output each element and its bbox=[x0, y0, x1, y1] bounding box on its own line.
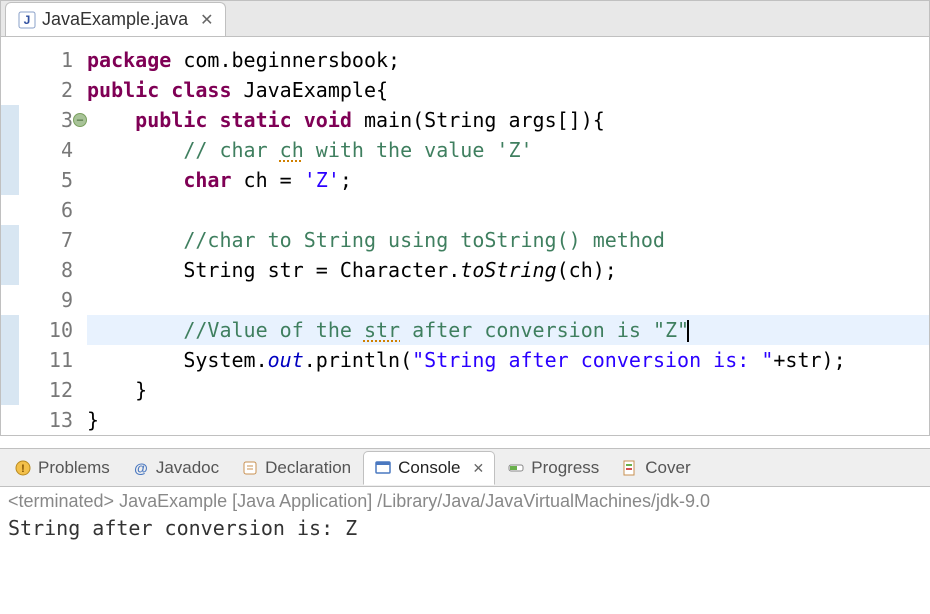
code-line[interactable]: package com.beginnersbook; bbox=[87, 45, 929, 75]
panel-tab-bar: ! Problems @ Javadoc Declaration Console… bbox=[0, 449, 930, 487]
line-number: 6 bbox=[19, 195, 73, 225]
close-icon[interactable]: ✕ bbox=[473, 460, 485, 477]
code-line[interactable]: String str = Character.toString(ch); bbox=[87, 255, 929, 285]
code-line[interactable]: //char to String using toString() method bbox=[87, 225, 929, 255]
progress-icon bbox=[507, 459, 525, 477]
code-line[interactable]: } bbox=[87, 405, 929, 435]
tab-problems[interactable]: ! Problems bbox=[4, 452, 120, 484]
code-line[interactable]: System.out.println("String after convers… bbox=[87, 345, 929, 375]
tab-label: Javadoc bbox=[156, 458, 219, 478]
code-editor[interactable]: 1 2 3− 4 5 6 7 8 9 10 11 12 13 package c… bbox=[1, 37, 929, 435]
marker-bar bbox=[1, 45, 19, 435]
code-line[interactable]: char ch = 'Z'; bbox=[87, 165, 929, 195]
line-number: 13 bbox=[19, 405, 73, 435]
editor-pane: J JavaExample.java ✕ 1 2 3− 4 5 bbox=[0, 0, 930, 436]
coverage-icon bbox=[621, 459, 639, 477]
tab-label: Console bbox=[398, 458, 460, 478]
tab-filename: JavaExample.java bbox=[42, 9, 188, 30]
problems-icon: ! bbox=[14, 459, 32, 477]
code-line[interactable]: } bbox=[87, 375, 929, 405]
svg-text:!: ! bbox=[21, 463, 25, 475]
line-number: 3− bbox=[19, 105, 73, 135]
line-number: 8 bbox=[19, 255, 73, 285]
tab-console[interactable]: Console ✕ bbox=[363, 451, 495, 485]
line-number: 5 bbox=[19, 165, 73, 195]
fold-collapse-icon[interactable]: − bbox=[73, 113, 87, 127]
code-line[interactable] bbox=[87, 195, 929, 225]
java-file-icon: J bbox=[18, 11, 36, 29]
line-number: 11 bbox=[19, 345, 73, 375]
code-line[interactable]: //Value of the str after conversion is "… bbox=[87, 315, 929, 345]
console-view: <terminated> JavaExample [Java Applicati… bbox=[0, 487, 930, 544]
javadoc-icon: @ bbox=[132, 459, 150, 477]
line-number: 1 bbox=[19, 45, 73, 75]
tab-label: Declaration bbox=[265, 458, 351, 478]
tab-label: Progress bbox=[531, 458, 599, 478]
bottom-panel: ! Problems @ Javadoc Declaration Console… bbox=[0, 448, 930, 544]
declaration-icon bbox=[241, 459, 259, 477]
svg-text:J: J bbox=[24, 13, 31, 27]
svg-text:@: @ bbox=[134, 460, 148, 476]
console-output: String after conversion is: Z bbox=[8, 516, 922, 540]
code-line[interactable]: public static void main(String args[]){ bbox=[87, 105, 929, 135]
tab-declaration[interactable]: Declaration bbox=[231, 452, 361, 484]
text-cursor bbox=[687, 320, 689, 342]
editor-tab-bar: J JavaExample.java ✕ bbox=[1, 1, 929, 37]
close-icon[interactable]: ✕ bbox=[200, 10, 213, 30]
line-number: 12 bbox=[19, 375, 73, 405]
editor-tab[interactable]: J JavaExample.java ✕ bbox=[5, 2, 226, 36]
line-number: 4 bbox=[19, 135, 73, 165]
tab-label: Cover bbox=[645, 458, 690, 478]
console-icon bbox=[374, 459, 392, 477]
code-content[interactable]: package com.beginnersbook; public class … bbox=[81, 45, 929, 435]
line-number: 7 bbox=[19, 225, 73, 255]
code-line[interactable]: // char ch with the value 'Z' bbox=[87, 135, 929, 165]
tab-javadoc[interactable]: @ Javadoc bbox=[122, 452, 229, 484]
line-number-gutter: 1 2 3− 4 5 6 7 8 9 10 11 12 13 bbox=[19, 45, 81, 435]
tab-coverage[interactable]: Cover bbox=[611, 452, 700, 484]
code-line[interactable]: public class JavaExample{ bbox=[87, 75, 929, 105]
line-number: 10 bbox=[19, 315, 73, 345]
line-number: 2 bbox=[19, 75, 73, 105]
tab-label: Problems bbox=[38, 458, 110, 478]
console-status: <terminated> JavaExample [Java Applicati… bbox=[8, 491, 922, 512]
tab-progress[interactable]: Progress bbox=[497, 452, 609, 484]
code-line[interactable] bbox=[87, 285, 929, 315]
line-number: 9 bbox=[19, 285, 73, 315]
